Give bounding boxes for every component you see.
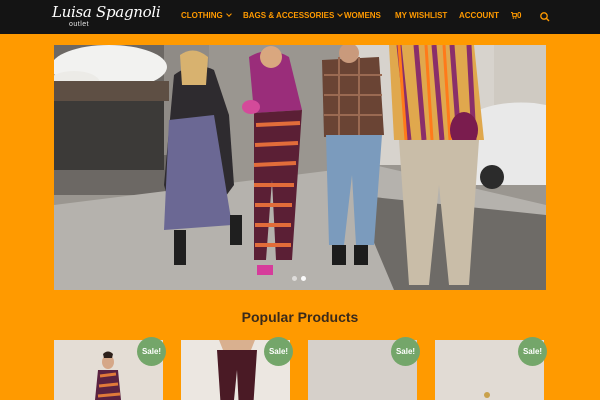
nav-wishlist-label: MY WISHLIST [395, 11, 448, 20]
search-icon [540, 12, 550, 22]
site-logo[interactable]: Luisa Spagnoli outlet [52, 3, 161, 32]
sale-badge: Sale! [264, 337, 293, 366]
nav-my-wishlist[interactable]: MY WISHLIST [395, 11, 447, 20]
nav-bags-accessories[interactable]: BAGS & ACCESSORIES [243, 11, 344, 20]
logo-subtitle: outlet [69, 21, 90, 28]
sale-badge: Sale! [137, 337, 166, 366]
nav-account-label: ACCOUNT [459, 11, 499, 20]
chevron-down-icon [225, 11, 232, 17]
nav-account[interactable]: ACCOUNT [459, 11, 499, 20]
popular-products-title: Popular Products [241, 309, 359, 325]
cart-count: 0 [517, 11, 522, 20]
slider-dot-2[interactable] [301, 276, 306, 281]
site-header: Luisa Spagnoli outlet CLOTHING BAGS & AC… [0, 0, 600, 34]
sale-badge: Sale! [518, 337, 547, 366]
nav-bags-label: BAGS & ACCESSORIES [243, 11, 335, 20]
nav-clothing-label: CLOTHING [181, 11, 223, 20]
logo-script: Luisa Spagnoli [52, 3, 161, 21]
search-button[interactable] [539, 10, 551, 22]
nav-womens-label: WOMENS [344, 11, 381, 20]
nav-clothing[interactable]: CLOTHING [181, 11, 232, 20]
slider-dots [292, 276, 314, 282]
chevron-down-icon [337, 11, 344, 17]
sale-badge: Sale! [391, 337, 420, 366]
nav-womens[interactable]: WOMENS [344, 11, 381, 20]
hero-slide-image[interactable] [54, 45, 546, 290]
slider-dot-1[interactable] [292, 276, 297, 281]
